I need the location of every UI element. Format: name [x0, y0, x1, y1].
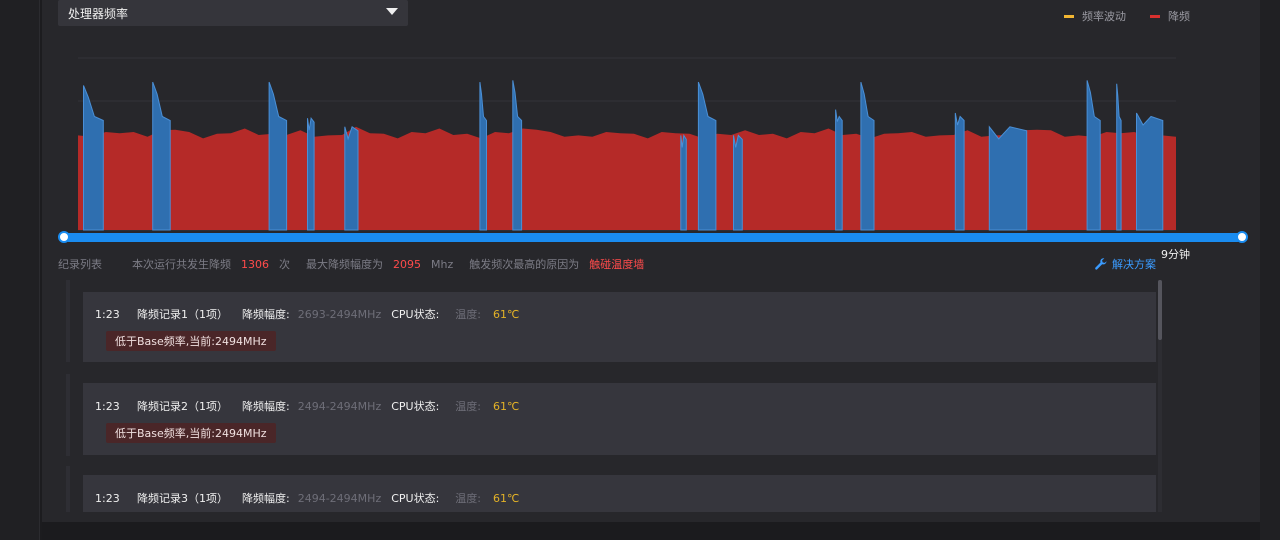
cpu-status-label: CPU状态:: [391, 492, 440, 505]
record-rail: [66, 374, 70, 456]
cpu-status-label: CPU状态:: [391, 400, 440, 413]
top-cause: 触碰温度墙: [589, 258, 645, 271]
cause-prefix: 触发频次最高的原因为: [469, 258, 580, 271]
range-value: 2494-2494MHz: [297, 399, 382, 413]
record-time: 1:23: [95, 491, 120, 505]
series-fluctuation-spike: [152, 81, 171, 231]
record-name: 降频记录2（1项）: [137, 400, 228, 413]
metric-dropdown[interactable]: 处理器频率: [58, 0, 408, 26]
scrubber-handle-start[interactable]: [58, 231, 70, 243]
record-name: 降频记录3（1项）: [137, 492, 228, 505]
series-fluctuation-spike: [860, 81, 875, 231]
series-fluctuation-spike: [954, 112, 965, 231]
count-unit: 次: [279, 258, 290, 271]
temperature-value: 61℃: [493, 399, 520, 413]
series-fluctuation-spike: [1136, 112, 1164, 231]
app-frame: 处理器频率 频率波动 降频 9分钟 纪录列表 本次运行共发生降频 1306 次 …: [0, 0, 1280, 540]
list-title: 纪录列表: [58, 258, 102, 271]
max-prefix: 最大降频幅度为: [306, 258, 383, 271]
record-tag: 低于Base频率,当前:2494MHz: [106, 423, 276, 443]
series-fluctuation-spike: [733, 134, 743, 231]
record-rail: [66, 466, 70, 512]
record-time: 1:23: [95, 307, 120, 321]
record-header: 1:23 降频记录2（1项） 降频幅度: 2494-2494MHz CPU状态:…: [95, 398, 519, 414]
wrench-icon: [1095, 258, 1107, 270]
scrubber-track[interactable]: [64, 233, 1242, 242]
throttle-summary: 纪录列表 本次运行共发生降频 1306 次 最大降频幅度为 2095 Mhz 触…: [58, 256, 1168, 272]
temperature-label: 温度:: [455, 492, 482, 505]
chevron-down-icon: [386, 8, 398, 15]
throttle-count: 1306: [241, 257, 269, 271]
record-header: 1:23 降频记录3（1项） 降频幅度: 2494-2494MHz CPU状态:…: [95, 490, 519, 506]
series-fluctuation-spike: [479, 82, 487, 231]
legend-label-throttle: 降频: [1168, 10, 1190, 23]
temperature-label: 温度:: [455, 400, 482, 413]
legend-item-fluctuation: 频率波动: [1064, 8, 1126, 24]
series-fluctuation-spike: [1086, 80, 1101, 231]
series-fluctuation-spike: [268, 81, 288, 231]
record-header: 1:23 降频记录1（1项） 降频幅度: 2693-2494MHz CPU状态:…: [95, 306, 519, 322]
count-prefix: 本次运行共发生降频: [132, 258, 231, 271]
temperature-value: 61℃: [493, 491, 520, 505]
range-label: 降频幅度:: [242, 308, 290, 321]
record-item[interactable]: 1:23 降频记录2（1项） 降频幅度: 2494-2494MHz CPU状态:…: [83, 383, 1156, 455]
max-unit: Mhz: [431, 257, 454, 271]
record-item[interactable]: 1:23 降频记录1（1项） 降频幅度: 2693-2494MHz CPU状态:…: [83, 292, 1156, 362]
cpu-status-label: CPU状态:: [391, 308, 440, 321]
scrubber-handle-end[interactable]: [1236, 231, 1248, 243]
series-fluctuation-spike: [1116, 83, 1122, 231]
temperature-label: 温度:: [455, 308, 482, 321]
range-value: 2693-2494MHz: [297, 307, 382, 321]
range-label: 降频幅度:: [242, 400, 290, 413]
metric-dropdown-label: 处理器频率: [68, 6, 129, 21]
right-sidebar: [1260, 0, 1280, 540]
list-scrollbar[interactable]: [1158, 280, 1162, 512]
series-fluctuation-spike: [344, 126, 359, 231]
bottom-strip: [42, 522, 1260, 540]
range-value: 2494-2494MHz: [297, 491, 382, 505]
timeline-scrubber[interactable]: [58, 231, 1248, 243]
series-fluctuation-spike: [697, 81, 717, 231]
record-rail: [66, 280, 70, 362]
left-sidebar: [0, 0, 40, 540]
series-fluctuation-spike: [988, 125, 1028, 231]
series-fluctuation-spike: [835, 109, 843, 231]
legend-label-fluctuation: 频率波动: [1082, 10, 1126, 23]
record-item[interactable]: 1:23 降频记录3（1项） 降频幅度: 2494-2494MHz CPU状态:…: [83, 475, 1156, 512]
range-label: 降频幅度:: [242, 492, 290, 505]
record-name: 降频记录1（1项）: [137, 308, 228, 321]
frequency-chart: [78, 57, 1176, 231]
record-tag: 低于Base频率,当前:2494MHz: [106, 331, 276, 351]
chart-legend: 频率波动 降频: [1064, 8, 1190, 24]
max-throttle-value: 2095: [393, 257, 421, 271]
throttle-record-list[interactable]: 1:23 降频记录1（1项） 降频幅度: 2693-2494MHz CPU状态:…: [66, 280, 1162, 512]
series-fluctuation-spike: [512, 80, 523, 231]
temperature-value: 61℃: [493, 307, 520, 321]
solution-link[interactable]: 解决方案: [1094, 256, 1156, 272]
series-fluctuation-spike: [83, 85, 104, 231]
legend-item-throttle: 降频: [1150, 8, 1190, 24]
record-time: 1:23: [95, 399, 120, 413]
list-scrollbar-thumb[interactable]: [1158, 280, 1162, 340]
series-fluctuation-spike: [680, 133, 687, 231]
solution-link-label: 解决方案: [1112, 258, 1156, 271]
legend-swatch-throttle: [1150, 14, 1160, 18]
series-fluctuation-spike: [307, 116, 315, 231]
legend-swatch-fluctuation: [1064, 14, 1074, 18]
